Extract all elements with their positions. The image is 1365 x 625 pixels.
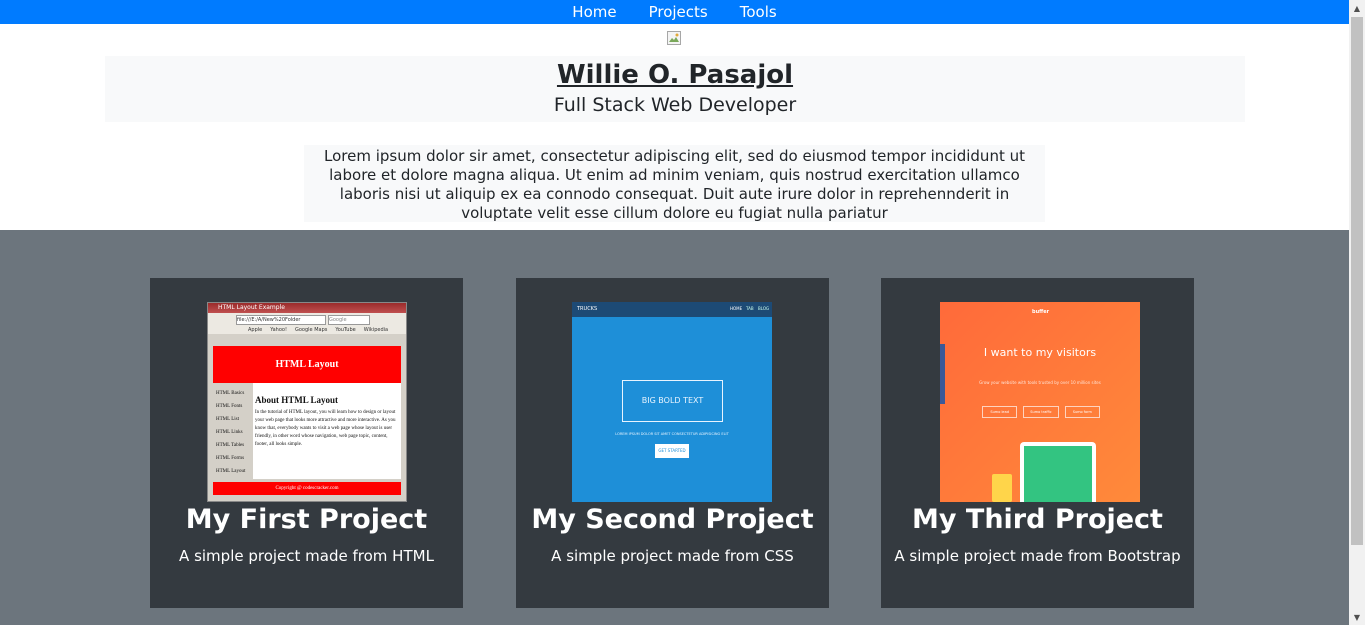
profile-header: Willie O. Pasajol Full Stack Web Develop… xyxy=(105,56,1245,122)
thumb2-link: BLOG xyxy=(758,306,770,311)
project-3-thumbnail: buffer I want to my visitors Grow your w… xyxy=(940,302,1140,502)
thumb1-bookmark: Google Maps xyxy=(294,327,328,333)
thumb1-sidebar-item: HTML Fonts xyxy=(216,404,243,409)
project-1-thumbnail: HTML Layout Example file:///E:/A/New%20F… xyxy=(207,302,407,502)
intro-box: Lorem ipsum dolor sir amet, consectetur … xyxy=(304,145,1045,222)
thumb1-heading: About HTML Layout xyxy=(255,395,339,405)
thumb2-link: TAB xyxy=(746,306,754,311)
thumb3-laptop xyxy=(1020,442,1096,502)
thumb1-banner: HTML Layout xyxy=(213,346,401,383)
thumb1-sidebar-item: HTML Basics xyxy=(216,391,245,396)
thumb1-footer: Copyright @ codescracker.com xyxy=(213,482,401,495)
thumb1-sidebar-item: HTML Tables xyxy=(216,443,245,448)
thumb2-hero-box: BIG BOLD TEXT xyxy=(622,380,723,422)
nav-projects-link[interactable]: Projects xyxy=(649,0,708,24)
project-2-thumbnail: TRUCKS HOME TAB BLOG BIG BOLD TEXT LOREM… xyxy=(572,302,772,502)
project-2-title: My Second Project xyxy=(531,504,814,535)
thumb2-cta: GET STARTED xyxy=(655,444,689,458)
thumb1-bookmarks: Apple Yahoo! Google Maps YouTube Wikiped… xyxy=(208,326,406,334)
thumb3-headline: I want to my visitors xyxy=(983,346,1097,359)
project-card-2[interactable]: TRUCKS HOME TAB BLOG BIG BOLD TEXT LOREM… xyxy=(516,278,829,608)
scroll-down-icon[interactable]: ▼ xyxy=(1349,609,1365,625)
projects-section: HTML Layout Example file:///E:/A/New%20F… xyxy=(0,230,1349,625)
thumb1-sidebar-item: HTML List xyxy=(216,417,240,422)
thumb1-window-title: HTML Layout Example xyxy=(208,303,406,313)
nav-tools-link[interactable]: Tools xyxy=(740,0,777,24)
thumb1-bookmark: Yahoo! xyxy=(270,327,287,333)
project-1-title: My First Project xyxy=(185,504,428,535)
thumb2-tagline: LOREM IPSUM DOLOR SIT AMET CONSECTETUR A… xyxy=(615,432,729,436)
profile-name: Willie O. Pasajol xyxy=(556,60,794,90)
vertical-scrollbar[interactable]: ▲ ▼ xyxy=(1349,0,1365,625)
thumb1-bookmark: YouTube xyxy=(335,327,356,333)
profile-title: Full Stack Web Developer xyxy=(553,94,797,116)
thumb1-bookmark: Apple xyxy=(248,327,263,333)
thumb2-link: HOME xyxy=(730,306,743,311)
thumb1-bookmark: Wikipedia xyxy=(363,327,389,333)
thumb1-toolbar: file:///E:/A/New%20Folder Google xyxy=(208,313,406,326)
thumb1-sidebar-item: HTML Links xyxy=(216,430,243,435)
project-card-1[interactable]: HTML Layout Example file:///E:/A/New%20F… xyxy=(150,278,463,608)
thumb1-sidebar: HTML Basics HTML Fonts HTML List HTML Li… xyxy=(213,383,253,479)
top-navbar: Home Projects Tools xyxy=(0,0,1349,24)
thumb2-nav: TRUCKS HOME TAB BLOG xyxy=(572,302,772,317)
nav-home-link[interactable]: Home xyxy=(572,0,616,24)
thumb1-search: Google xyxy=(328,315,370,325)
project-2-description: A simple project made from CSS xyxy=(551,547,794,565)
intro-text: Lorem ipsum dolor sir amet, consectetur … xyxy=(324,147,1025,222)
thumb3-nav: buffer xyxy=(940,302,1140,322)
thumb2-brand: TRUCKS xyxy=(577,306,598,312)
thumb1-address: file:///E:/A/New%20Folder xyxy=(236,315,326,325)
thumb1-sidebar-item: HTML Forms xyxy=(216,456,245,461)
thumb3-share-bar xyxy=(940,344,945,404)
broken-image-icon xyxy=(667,31,681,45)
thumb3-brand: buffer xyxy=(1032,309,1050,315)
thumb3-button: Sumo form xyxy=(1064,406,1100,418)
thumb3-sub: Grow your website with tools trusted by … xyxy=(979,380,1101,385)
project-1-description: A simple project made from HTML xyxy=(179,547,434,565)
scroll-up-icon[interactable]: ▲ xyxy=(1349,0,1365,16)
thumb3-buttons: Sumo lead Sumo traffic Sumo form xyxy=(982,406,1100,418)
thumb3-phone xyxy=(992,474,1012,502)
scrollbar-thumb[interactable] xyxy=(1351,17,1363,545)
thumb1-content: About HTML Layout In the tutorial of HTM… xyxy=(253,383,401,479)
project-3-description: A simple project made from Bootstrap xyxy=(894,547,1181,565)
thumb3-button: Sumo traffic xyxy=(1023,406,1059,418)
thumb1-body: In the tutorial of HTML layout, you will… xyxy=(255,410,396,447)
project-card-3[interactable]: buffer I want to my visitors Grow your w… xyxy=(881,278,1194,608)
project-3-title: My Third Project xyxy=(912,504,1163,535)
thumb1-sidebar-item: HTML Layout xyxy=(216,469,246,474)
thumb3-button: Sumo lead xyxy=(982,406,1018,418)
